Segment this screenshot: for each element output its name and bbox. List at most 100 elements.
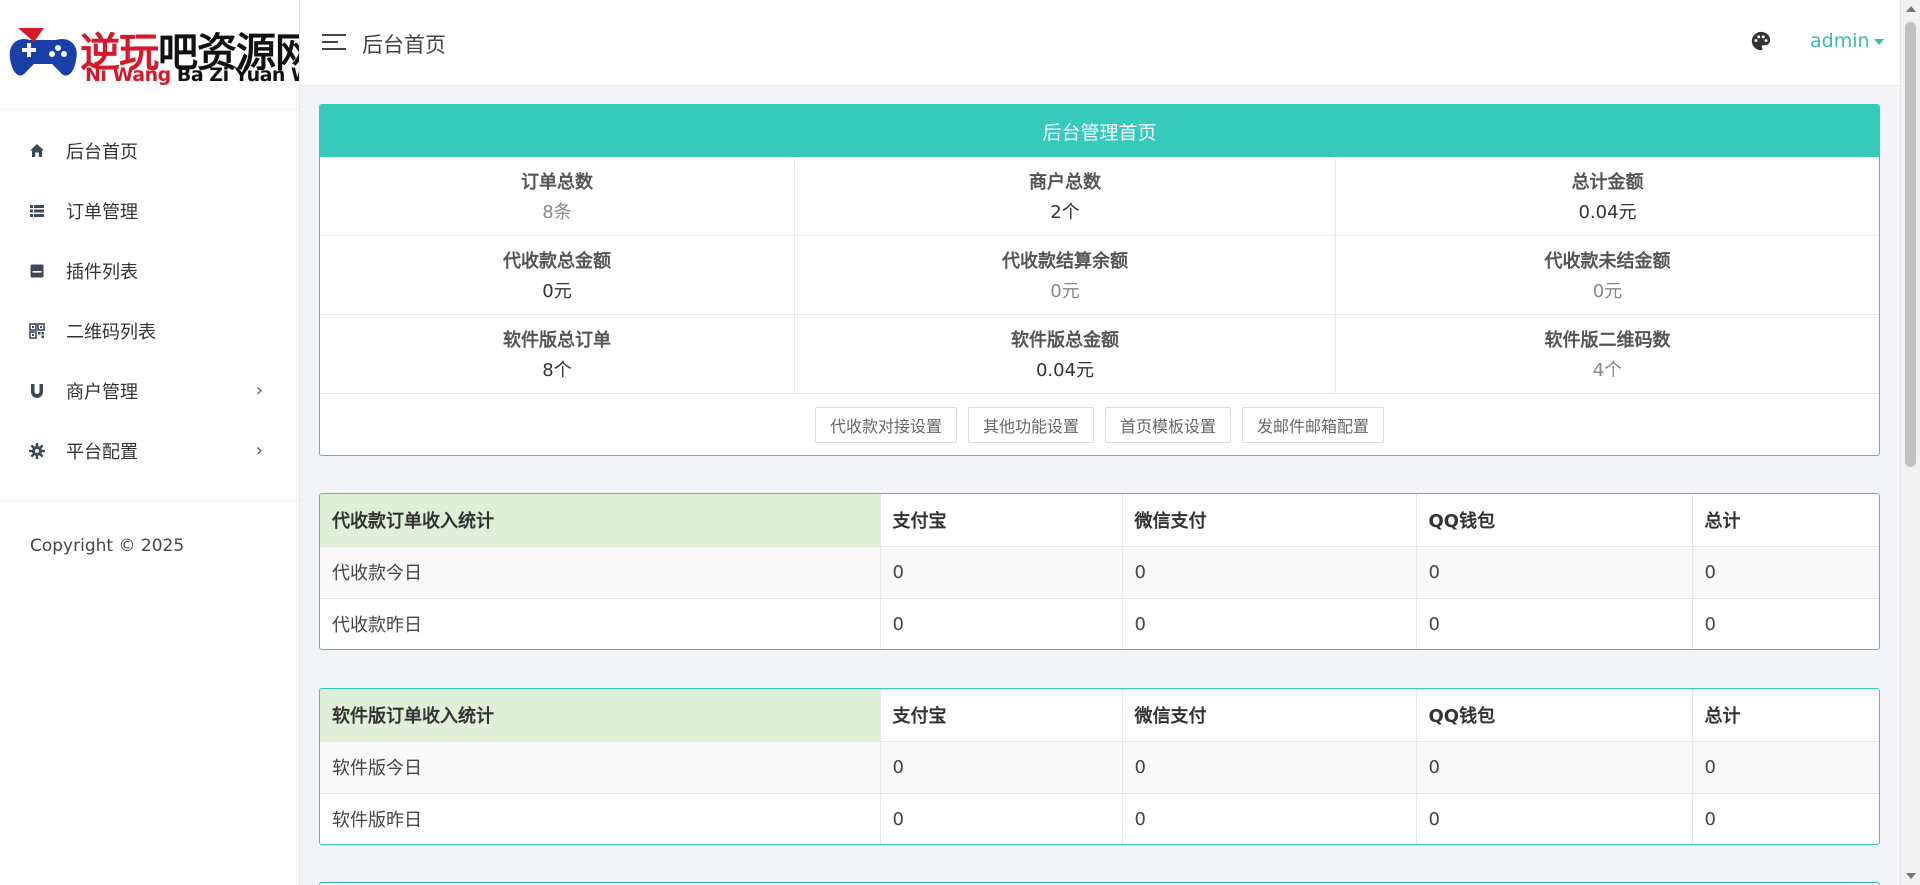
table-header-cell: 支付宝 bbox=[880, 689, 1123, 742]
stat-value: 0元 bbox=[1050, 281, 1080, 302]
table-row: 代收款今日 0 0 0 0 bbox=[320, 546, 1879, 599]
stat-cell: 代收款结算余额 0元 bbox=[795, 236, 1336, 315]
caret-down-icon bbox=[1873, 38, 1884, 45]
palette-icon[interactable] bbox=[1750, 30, 1772, 52]
qrcode-icon bbox=[28, 322, 46, 340]
software-income-table-panel: 软件版订单收入统计 支付宝 微信支付 QQ钱包 总计 软件版今日 0 0 0 0 软件版昨日 0 0 0 0 bbox=[319, 688, 1880, 845]
sidebar: 逆玩吧资源网 Ni Wang Ba Zi Yuan Wang 后台首页订单管理插… bbox=[0, 0, 300, 885]
sidebar-item-label: 商户管理 bbox=[66, 382, 138, 403]
stat-cell: 软件版二维码数 4个 bbox=[1336, 315, 1879, 394]
stat-label: 软件版二维码数 bbox=[1544, 330, 1671, 351]
table-header-cell: 总计 bbox=[1692, 494, 1879, 547]
scroll-down-icon[interactable] bbox=[1906, 873, 1916, 879]
chevron-right-icon: › bbox=[255, 440, 263, 461]
table-header-cell: 微信支付 bbox=[1122, 689, 1417, 742]
stat-cell: 商户总数 2个 bbox=[795, 157, 1336, 236]
settings-button-1[interactable]: 其他功能设置 bbox=[967, 407, 1094, 443]
chevron-right-icon: › bbox=[255, 380, 263, 401]
dashboard-panel: 后台管理首页 订单总数 8条 商户总数 2个 总计金额 0.04元 代收款总金额 0元 代收款结… bbox=[319, 104, 1880, 456]
sidebar-item-label: 二维码列表 bbox=[66, 322, 156, 343]
stat-cell: 总计金额 0.04元 bbox=[1336, 157, 1879, 236]
table-cell: 软件版昨日 bbox=[320, 793, 881, 844]
stats-grid: 订单总数 8条 商户总数 2个 总计金额 0.04元 代收款总金额 0元 代收款结算余额 0元 代收… bbox=[320, 157, 1879, 394]
table-header-cell: 总计 bbox=[1692, 689, 1879, 742]
sidebar-item-0[interactable]: 后台首页 bbox=[0, 121, 299, 181]
table-header-cell: 软件版订单收入统计 bbox=[320, 689, 881, 742]
logo[interactable]: 逆玩吧资源网 Ni Wang Ba Zi Yuan Wang bbox=[0, 0, 299, 110]
software-income-table: 软件版订单收入统计 支付宝 微信支付 QQ钱包 总计 软件版今日 0 0 0 0 软件版昨日 0 0 0 0 bbox=[320, 689, 1879, 844]
sidebar-item-2[interactable]: 插件列表 bbox=[0, 241, 299, 301]
sidebar-item-4[interactable]: 商户管理 › bbox=[0, 361, 299, 421]
plugin-icon bbox=[28, 262, 46, 280]
stat-cell: 软件版总金额 0.04元 bbox=[795, 315, 1336, 394]
table-cell: 0 bbox=[1122, 741, 1417, 794]
table-cell: 0 bbox=[1704, 808, 1716, 830]
menu-toggle-icon[interactable] bbox=[322, 34, 346, 52]
stat-label: 软件版总订单 bbox=[503, 330, 611, 351]
sidebar-item-3[interactable]: 二维码列表 bbox=[0, 301, 299, 361]
table-cell: 代收款昨日 bbox=[320, 598, 881, 649]
gear-icon bbox=[28, 442, 46, 460]
table-cell: 代收款今日 bbox=[320, 546, 881, 599]
table-header-cell: 微信支付 bbox=[1122, 494, 1417, 547]
stat-label: 软件版总金额 bbox=[1011, 330, 1119, 351]
stat-label: 订单总数 bbox=[521, 172, 593, 193]
home-icon bbox=[28, 142, 46, 160]
table-cell: 0 bbox=[1416, 741, 1693, 794]
user-menu[interactable]: admin bbox=[1810, 30, 1884, 52]
collection-income-table-panel: 代收款订单收入统计 支付宝 微信支付 QQ钱包 总计 代收款今日 0 0 0 0 代收款昨日 0 0 0 0 bbox=[319, 493, 1880, 650]
sidebar-item-label: 后台首页 bbox=[66, 142, 138, 163]
copyright: Copyright © 2025 bbox=[30, 536, 185, 556]
stat-label: 总计金额 bbox=[1571, 172, 1644, 193]
stat-value: 0元 bbox=[542, 281, 572, 302]
sidebar-item-5[interactable]: 平台配置 › bbox=[0, 421, 299, 481]
top-header: 后台首页 admin bbox=[300, 0, 1900, 86]
sidebar-menu: 后台首页订单管理插件列表二维码列表商户管理 › 平台配置 › bbox=[0, 110, 299, 501]
scroll-up-icon[interactable] bbox=[1906, 6, 1916, 12]
stat-label: 代收款结算余额 bbox=[1002, 251, 1128, 272]
panel-title: 后台管理首页 bbox=[320, 105, 1879, 157]
collection-income-table: 代收款订单收入统计 支付宝 微信支付 QQ钱包 总计 代收款今日 0 0 0 0 代收款昨日 0 0 0 0 bbox=[320, 494, 1879, 649]
stat-value: 2个 bbox=[1050, 202, 1080, 223]
stat-label: 代收款总金额 bbox=[503, 251, 611, 272]
table-cell: 0 bbox=[880, 741, 1123, 794]
table-cell: 0 bbox=[1416, 546, 1693, 599]
table-cell: 软件版今日 bbox=[320, 741, 881, 794]
stat-cell: 软件版总订单 8个 bbox=[320, 315, 795, 394]
stat-value: 0.04元 bbox=[1578, 202, 1637, 223]
table-header-cell: QQ钱包 bbox=[1416, 494, 1693, 547]
sidebar-item-label: 平台配置 bbox=[66, 442, 138, 463]
stat-value: 8个 bbox=[542, 360, 572, 381]
table-cell: 0 bbox=[1122, 793, 1417, 844]
table-header-cell: 支付宝 bbox=[880, 494, 1123, 547]
stat-label: 代收款未结金额 bbox=[1544, 251, 1671, 272]
settings-button-row: 代收款对接设置 其他功能设置 首页模板设置 发邮件邮箱配置 bbox=[320, 394, 1879, 456]
table-cell: 0 bbox=[1692, 741, 1879, 794]
stat-cell: 订单总数 8条 bbox=[320, 157, 795, 236]
stat-value: 8条 bbox=[542, 202, 572, 223]
table-cell: 0 bbox=[1704, 613, 1716, 635]
table-cell: 0 bbox=[880, 598, 1123, 649]
table-header-cell: 代收款订单收入统计 bbox=[320, 494, 881, 547]
sidebar-item-1[interactable]: 订单管理 bbox=[0, 181, 299, 241]
stat-value: 0元 bbox=[1592, 281, 1623, 302]
table-row: 软件版昨日 0 0 0 0 bbox=[320, 793, 1879, 844]
sidebar-item-label: 订单管理 bbox=[66, 202, 138, 223]
stat-value: 0.04元 bbox=[1035, 360, 1095, 381]
table-cell: 0 bbox=[1122, 598, 1417, 649]
vertical-scrollbar[interactable] bbox=[1900, 0, 1920, 885]
scrollbar-thumb[interactable] bbox=[1905, 22, 1916, 467]
table-row: 软件版今日 0 0 0 0 bbox=[320, 741, 1879, 794]
stat-cell: 代收款总金额 0元 bbox=[320, 236, 795, 315]
table-header-cell: QQ钱包 bbox=[1416, 689, 1693, 742]
sidebar-item-label: 插件列表 bbox=[66, 262, 138, 283]
table-cell: 0 bbox=[1122, 546, 1417, 599]
settings-button-2[interactable]: 首页模板设置 bbox=[1105, 407, 1232, 443]
settings-button-3[interactable]: 发邮件邮箱配置 bbox=[1242, 407, 1385, 443]
stat-label: 商户总数 bbox=[1029, 172, 1101, 193]
settings-button-0[interactable]: 代收款对接设置 bbox=[814, 407, 957, 443]
table-cell: 0 bbox=[880, 546, 1123, 599]
stat-cell: 代收款未结金额 0元 bbox=[1336, 236, 1879, 315]
table-cell: 0 bbox=[880, 793, 1123, 844]
list-icon bbox=[28, 202, 46, 220]
